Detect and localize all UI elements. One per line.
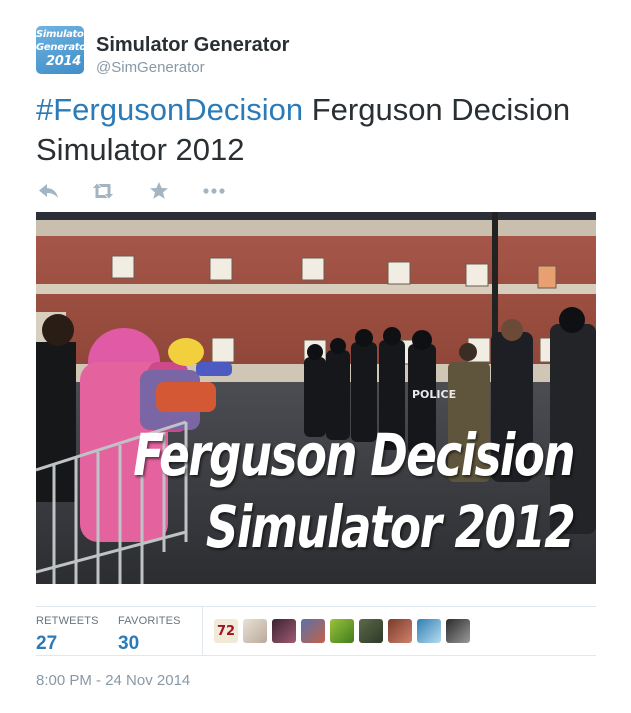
avatar-text-line2: Generator bbox=[36, 42, 84, 53]
avatar-text-line1: Simulator bbox=[36, 29, 84, 40]
favoriter-avatar[interactable] bbox=[446, 619, 470, 643]
more-icon bbox=[203, 188, 225, 194]
favorite-icon bbox=[150, 182, 168, 199]
retweet-button[interactable] bbox=[90, 178, 116, 204]
favoriter-avatar[interactable] bbox=[330, 619, 354, 643]
reply-button[interactable] bbox=[36, 178, 62, 204]
tweet-text: #FergusonDecision Ferguson Decision Simu… bbox=[36, 90, 596, 170]
favorite-button[interactable] bbox=[146, 178, 172, 204]
tweet-media-image[interactable]: POLICE Ferguson Decision Simulator 2012 bbox=[36, 212, 596, 584]
favorites-stat[interactable]: FAVORITES 30 bbox=[118, 615, 181, 655]
overlay-line-2: Simulator 2012 bbox=[205, 493, 576, 561]
user-handle[interactable]: @SimGenerator bbox=[96, 59, 205, 76]
avatar-text-line3: 2014 bbox=[46, 54, 81, 69]
stats-divider bbox=[202, 607, 203, 655]
tweet-stats: RETWEETS 27 FAVORITES 30 72 bbox=[36, 606, 596, 656]
favoriter-avatar[interactable] bbox=[359, 619, 383, 643]
favorites-label: FAVORITES bbox=[118, 615, 181, 627]
favoriter-avatar[interactable] bbox=[301, 619, 325, 643]
favoriter-avatar[interactable] bbox=[243, 619, 267, 643]
hashtag-link[interactable]: #FergusonDecision bbox=[36, 92, 303, 127]
user-avatar[interactable]: Simulator Generator 2014 bbox=[36, 26, 84, 74]
user-display-name[interactable]: Simulator Generator bbox=[96, 34, 289, 57]
media-overlay-text: Ferguson Decision Simulator 2012 bbox=[36, 212, 596, 584]
overlay-line-1: Ferguson Decision bbox=[133, 421, 575, 489]
tweet-timestamp[interactable]: 8:00 PM - 24 Nov 2014 bbox=[36, 672, 190, 689]
more-button[interactable] bbox=[200, 178, 230, 204]
favoriter-avatar[interactable] bbox=[272, 619, 296, 643]
retweet-icon bbox=[93, 183, 113, 199]
favoriter-avatar[interactable] bbox=[417, 619, 441, 643]
tweet-actions bbox=[36, 178, 336, 204]
retweets-stat[interactable]: RETWEETS 27 bbox=[36, 615, 99, 655]
tweet-header: Simulator Generator 2014 Simulator Gener… bbox=[36, 26, 596, 76]
retweets-label: RETWEETS bbox=[36, 615, 99, 627]
favoriter-avatar[interactable] bbox=[388, 619, 412, 643]
favorites-count[interactable]: 30 bbox=[118, 633, 181, 655]
retweets-count[interactable]: 27 bbox=[36, 633, 99, 655]
reply-icon bbox=[39, 184, 58, 198]
favoriter-avatar[interactable]: 72 bbox=[214, 619, 238, 643]
